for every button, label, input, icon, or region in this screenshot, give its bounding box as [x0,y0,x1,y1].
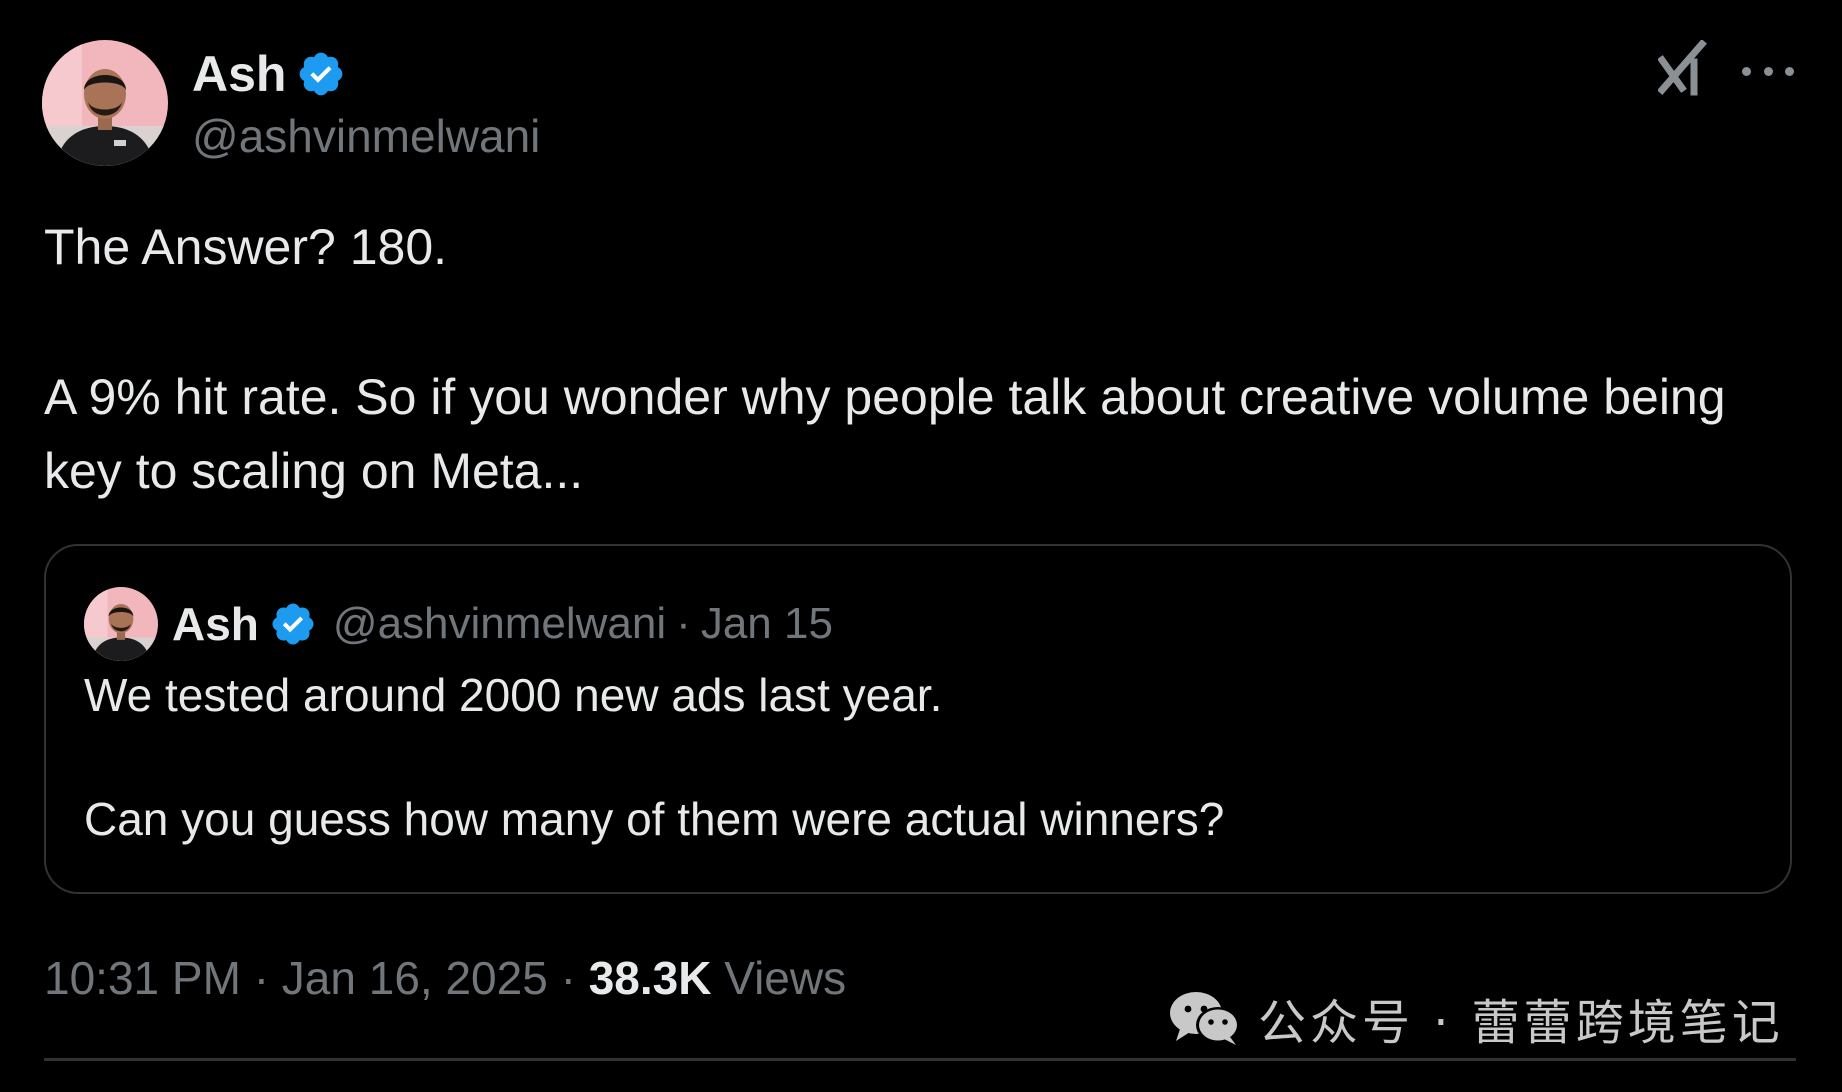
more-options-icon[interactable] [1742,56,1794,86]
tweet-line-2: A 9% hit rate. So if you wonder why peop… [44,369,1726,499]
meta-separator: · [560,952,576,1004]
watermark-text: 公众号 · 蕾蕾跨境笔记 [1258,995,1784,1051]
verified-badge-icon [269,600,317,648]
grok-icon[interactable] [1658,40,1710,96]
meta-separator: · [253,952,270,1004]
quoted-tweet-header: Ash @ashvinmelwani · Jan 15 [84,586,833,662]
tweet-time[interactable]: 10:31 PM [44,952,241,1004]
author-name[interactable]: Ash [192,44,286,104]
tweet-text: The Answer? 180. A 9% hit rate. So if yo… [44,210,1764,508]
author-handle[interactable]: @ashvinmelwani [192,108,540,164]
quoted-line-2: Can you guess how many of them were actu… [84,793,1225,845]
quoted-tweet-date[interactable]: Jan 15 [701,599,833,649]
author-name-row[interactable]: Ash [192,44,346,104]
quoted-author-name[interactable]: Ash [172,597,259,651]
quoted-author-avatar[interactable] [84,587,158,661]
tweet-meta: 10:31 PM · Jan 16, 2025 · 38.3K Views [44,950,846,1006]
views-label: Views [724,952,847,1004]
author-avatar[interactable] [42,40,168,166]
views-count: 38.3K [588,952,712,1004]
quoted-line-1: We tested around 2000 new ads last year. [84,669,943,721]
quoted-author-handle[interactable]: @ashvinmelwani [333,599,666,649]
quoted-tweet-text: We tested around 2000 new ads last year.… [84,664,1744,850]
tweet-date[interactable]: Jan 16, 2025 [282,952,548,1004]
wechat-icon [1168,989,1242,1047]
watermark: 公众号 · 蕾蕾跨境笔记 [1168,988,1784,1051]
divider [44,1058,1796,1061]
tweet-line-1: The Answer? 180. [44,219,448,275]
quoted-separator: · [676,599,691,648]
verified-badge-icon [296,49,346,99]
quoted-tweet-card[interactable]: Ash @ashvinmelwani · Jan 15 We tested ar… [44,544,1792,894]
